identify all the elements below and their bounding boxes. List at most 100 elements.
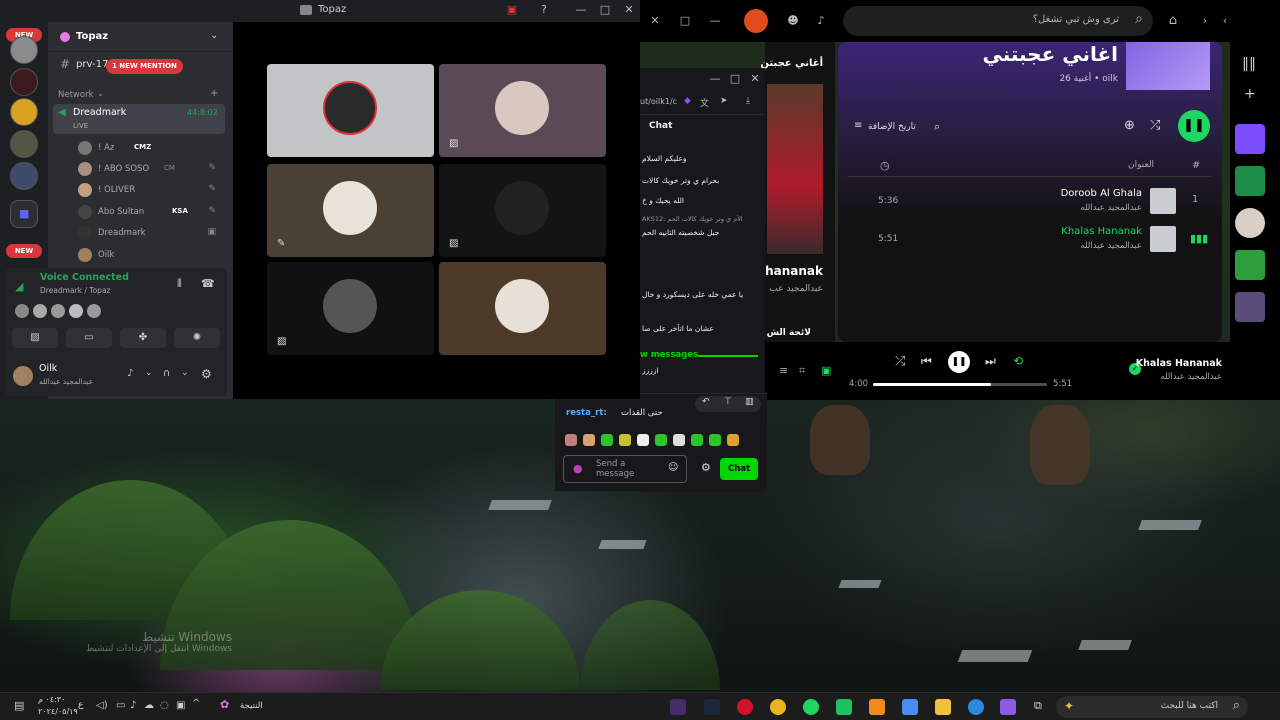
video-tile[interactable]: ▨	[439, 164, 606, 257]
search-input[interactable]: ترى وش تبي تشغل؟	[1033, 14, 1119, 25]
emote[interactable]	[673, 434, 685, 446]
list-icon[interactable]: ≡	[854, 120, 862, 131]
shuffle-icon[interactable]: ⤮	[895, 354, 905, 369]
download-icon[interactable]: ⤓	[746, 96, 750, 106]
chevron-down-icon[interactable]: ⌄	[181, 368, 189, 378]
store-icon[interactable]	[902, 699, 918, 715]
emoji-icon[interactable]: ☺	[668, 462, 678, 473]
voice-member[interactable]: Abo Sultan KSA ✎	[78, 205, 228, 221]
noise-suppression-icon[interactable]: ⦀	[177, 277, 182, 291]
emote[interactable]	[565, 434, 577, 446]
voice-member[interactable]: ! OLIVER ✎	[78, 183, 228, 199]
emote[interactable]	[619, 434, 631, 446]
close-icon[interactable]: ✕	[648, 14, 662, 28]
file-explorer-icon[interactable]	[935, 699, 951, 715]
minimize-icon[interactable]: —	[708, 14, 722, 28]
minimize-icon[interactable]: —	[574, 3, 588, 17]
username[interactable]: Oilk	[39, 363, 57, 374]
artist-tile[interactable]	[1235, 208, 1265, 238]
send-message-input[interactable]: ● Send a message ☺	[563, 455, 687, 483]
lyrics-icon[interactable]: ▣	[821, 364, 831, 377]
pin-icon[interactable]: ⊤	[724, 397, 732, 407]
weather-label[interactable]: النتيجة	[240, 701, 263, 711]
video-tile[interactable]	[439, 262, 606, 355]
plus-icon[interactable]: +	[1244, 86, 1256, 102]
video-tile[interactable]: ▨	[439, 64, 606, 157]
avatar[interactable]	[13, 366, 33, 386]
previous-icon[interactable]: ⏮	[921, 354, 932, 369]
repeat-icon[interactable]: ⟲	[1013, 354, 1023, 368]
chat-username[interactable]: resta_rt:	[566, 408, 607, 418]
next-icon[interactable]: ⏭	[985, 354, 996, 369]
voice-member[interactable]: Dreadmark ▣	[78, 226, 228, 242]
task-view-icon[interactable]: ⧉	[1034, 699, 1042, 713]
settings-icon[interactable]: ⚙	[701, 461, 711, 474]
playlist-tile[interactable]	[1235, 250, 1265, 280]
server-icon[interactable]	[10, 98, 38, 126]
gear-icon[interactable]: ⚙	[201, 367, 212, 381]
headphones-icon[interactable]: ∩	[163, 368, 170, 379]
mention-badge[interactable]: 1 NEW MENTION	[106, 59, 183, 74]
emote[interactable]	[637, 434, 649, 446]
voice-location[interactable]: Dreadmark / Topaz	[40, 286, 110, 295]
track-title[interactable]: Khalas Hananak	[1061, 226, 1142, 237]
pause-button[interactable]: ❚❚	[948, 351, 970, 373]
translate-icon[interactable]: 文	[700, 96, 709, 109]
library-icon[interactable]: ‖‖	[1242, 56, 1256, 72]
spotify-icon[interactable]	[803, 699, 819, 715]
maximize-icon[interactable]: □	[598, 3, 612, 17]
voice-member[interactable]: ! ABO SOSO CM ✎	[78, 162, 228, 178]
chevron-left-icon[interactable]: ‹	[1218, 14, 1232, 28]
cloud-icon[interactable]: ☁	[144, 700, 154, 711]
chevron-up-icon[interactable]: ^	[192, 698, 200, 709]
track-title[interactable]: Doroob Al Ghala	[1061, 188, 1142, 199]
progress-bar[interactable]	[873, 383, 1047, 386]
voice-member[interactable]: Oilk	[78, 248, 228, 264]
emote[interactable]	[655, 434, 667, 446]
video-tile[interactable]: ✎	[267, 164, 434, 257]
app-icon[interactable]	[670, 699, 686, 715]
activities-button[interactable]: ✤	[120, 328, 166, 348]
mic-icon[interactable]: ●	[573, 462, 583, 475]
new-messages-divider[interactable]: w messages	[640, 350, 760, 362]
clock-date[interactable]: ٢٠٢٤/٠٥/١٩	[38, 707, 78, 716]
emote[interactable]	[727, 434, 739, 446]
play-button[interactable]: ❚❚	[1178, 110, 1210, 142]
search-icon[interactable]: ⌕	[934, 120, 940, 134]
network-icon[interactable]: ▭	[116, 700, 125, 711]
send-icon[interactable]: ➤	[720, 96, 728, 106]
chevron-right-icon[interactable]: ›	[1198, 14, 1212, 28]
server-icon[interactable]	[10, 68, 38, 96]
now-playing-title[interactable]: Khalas Hananak	[1136, 358, 1222, 369]
avatar[interactable]	[744, 9, 768, 33]
emote[interactable]	[709, 434, 721, 446]
channel-name[interactable]: prv-17	[76, 59, 108, 70]
liked-songs-tile[interactable]	[1235, 124, 1265, 154]
track-row-playing[interactable]: ▮▮▮ Khalas Hananak عبدالمجيد عبدالله 5:5…	[838, 222, 1222, 258]
folder-icon[interactable]: ■	[10, 200, 38, 228]
server-icon[interactable]	[10, 130, 38, 158]
plus-icon[interactable]: +	[210, 88, 218, 99]
emote[interactable]	[601, 434, 613, 446]
url-bar[interactable]: ut/oilk1/c	[640, 97, 677, 106]
sort-label[interactable]: تاريخ الإضافة	[868, 122, 916, 132]
search-box[interactable]: ترى وش تبي تشغل؟ ⌕	[843, 6, 1153, 36]
copilot-icon[interactable]	[1000, 699, 1016, 715]
server-header[interactable]: Topaz ⌄	[48, 22, 233, 52]
bell-icon[interactable]: ♪	[814, 14, 828, 28]
notification-icon[interactable]: ▤	[14, 699, 24, 712]
tray-icon[interactable]: ▣	[176, 700, 185, 711]
inbox-icon[interactable]: ▣	[505, 3, 519, 17]
screen-share-button[interactable]: ▭	[66, 328, 112, 348]
shield-icon[interactable]: ◆	[684, 96, 691, 106]
saved-episodes-tile[interactable]	[1235, 166, 1265, 196]
video-tile[interactable]: ▨	[267, 262, 434, 355]
video-tile[interactable]	[267, 64, 434, 157]
disconnect-icon[interactable]: ☎	[201, 277, 215, 290]
track-row[interactable]: 1 Doroob Al Ghala عبدالمجيد عبدالله 5:36	[838, 184, 1222, 220]
tray-icon[interactable]: ◌	[160, 700, 169, 711]
taskbar-search-input[interactable]: اكتب هنا للبحث	[1161, 701, 1218, 711]
server-icon[interactable]	[10, 36, 38, 64]
soundboard-button[interactable]: ✺	[174, 328, 220, 348]
reply-icon[interactable]: ↶	[702, 397, 710, 407]
